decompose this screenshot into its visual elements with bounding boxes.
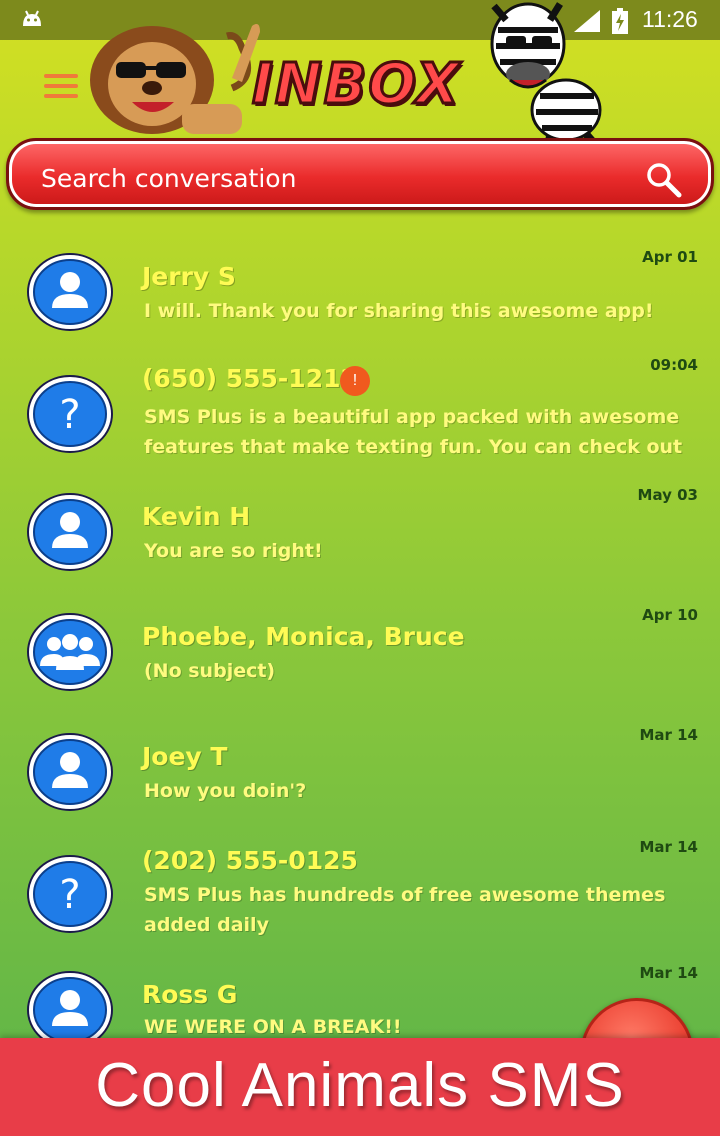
conversation-row[interactable]: Jerry S I will. Thank you for sharing th… — [0, 232, 720, 352]
conversation-row[interactable]: Phoebe, Monica, Bruce (No subject) Apr 1… — [0, 592, 720, 712]
inbox-title: INBOX — [250, 51, 462, 119]
lion-illustration — [90, 24, 260, 134]
message-preview: (No subject) — [144, 660, 276, 682]
person-icon — [27, 733, 113, 811]
message-preview: I will. Thank you for sharing this aweso… — [144, 300, 654, 322]
menu-icon[interactable] — [44, 74, 78, 102]
contact-name: (650) 555-1212 — [142, 364, 358, 393]
group-icon — [27, 613, 113, 691]
contact-name: Kevin H — [142, 502, 251, 531]
android-icon — [23, 10, 41, 26]
question-icon: ? — [27, 855, 113, 933]
contact-name: Ross G — [142, 980, 238, 1009]
contact-name: Phoebe, Monica, Bruce — [142, 622, 465, 651]
message-date: May 03 — [637, 486, 698, 504]
message-date: 09:04 — [650, 356, 698, 374]
promo-banner: Cool Animals SMS — [0, 1038, 720, 1136]
message-preview: How you doin'? — [144, 780, 307, 802]
contact-name: (202) 555-0125 — [142, 846, 358, 875]
zebra-illustration — [490, 2, 604, 160]
contact-name: Joey T — [142, 742, 228, 771]
question-icon: ? — [27, 375, 113, 453]
message-preview: SMS Plus is a beautiful app packed with … — [144, 406, 683, 458]
svg-text:?: ? — [59, 872, 80, 918]
search-bar[interactable] — [6, 138, 714, 210]
search-input[interactable] — [39, 159, 603, 197]
conversation-row[interactable]: ? (650) 555-1212 ! SMS Plus is a beautif… — [0, 352, 720, 472]
conversation-row[interactable]: Joey T How you doin'? Mar 14 — [0, 712, 720, 832]
person-icon — [27, 493, 113, 571]
message-date: Apr 01 — [642, 248, 698, 266]
message-date: Apr 10 — [642, 606, 698, 624]
person-icon — [27, 253, 113, 331]
message-preview: SMS Plus has hundreds of free awesome th… — [144, 884, 666, 936]
conversation-row[interactable]: Kevin H You are so right! May 03 — [0, 472, 720, 592]
message-date: Mar 14 — [639, 726, 698, 744]
contact-name: Jerry S — [142, 262, 236, 291]
message-date: Mar 14 — [639, 964, 698, 982]
search-icon[interactable] — [645, 161, 683, 199]
error-badge: ! — [340, 366, 370, 396]
status-time: 11:26 — [642, 6, 698, 32]
message-preview: You are so right! — [144, 540, 323, 562]
conversation-row[interactable]: ? (202) 555-0125 SMS Plus has hundreds o… — [0, 832, 720, 952]
message-date: Mar 14 — [639, 838, 698, 856]
banner-text: Cool Animals SMS — [95, 1051, 625, 1120]
svg-text:?: ? — [59, 392, 80, 438]
